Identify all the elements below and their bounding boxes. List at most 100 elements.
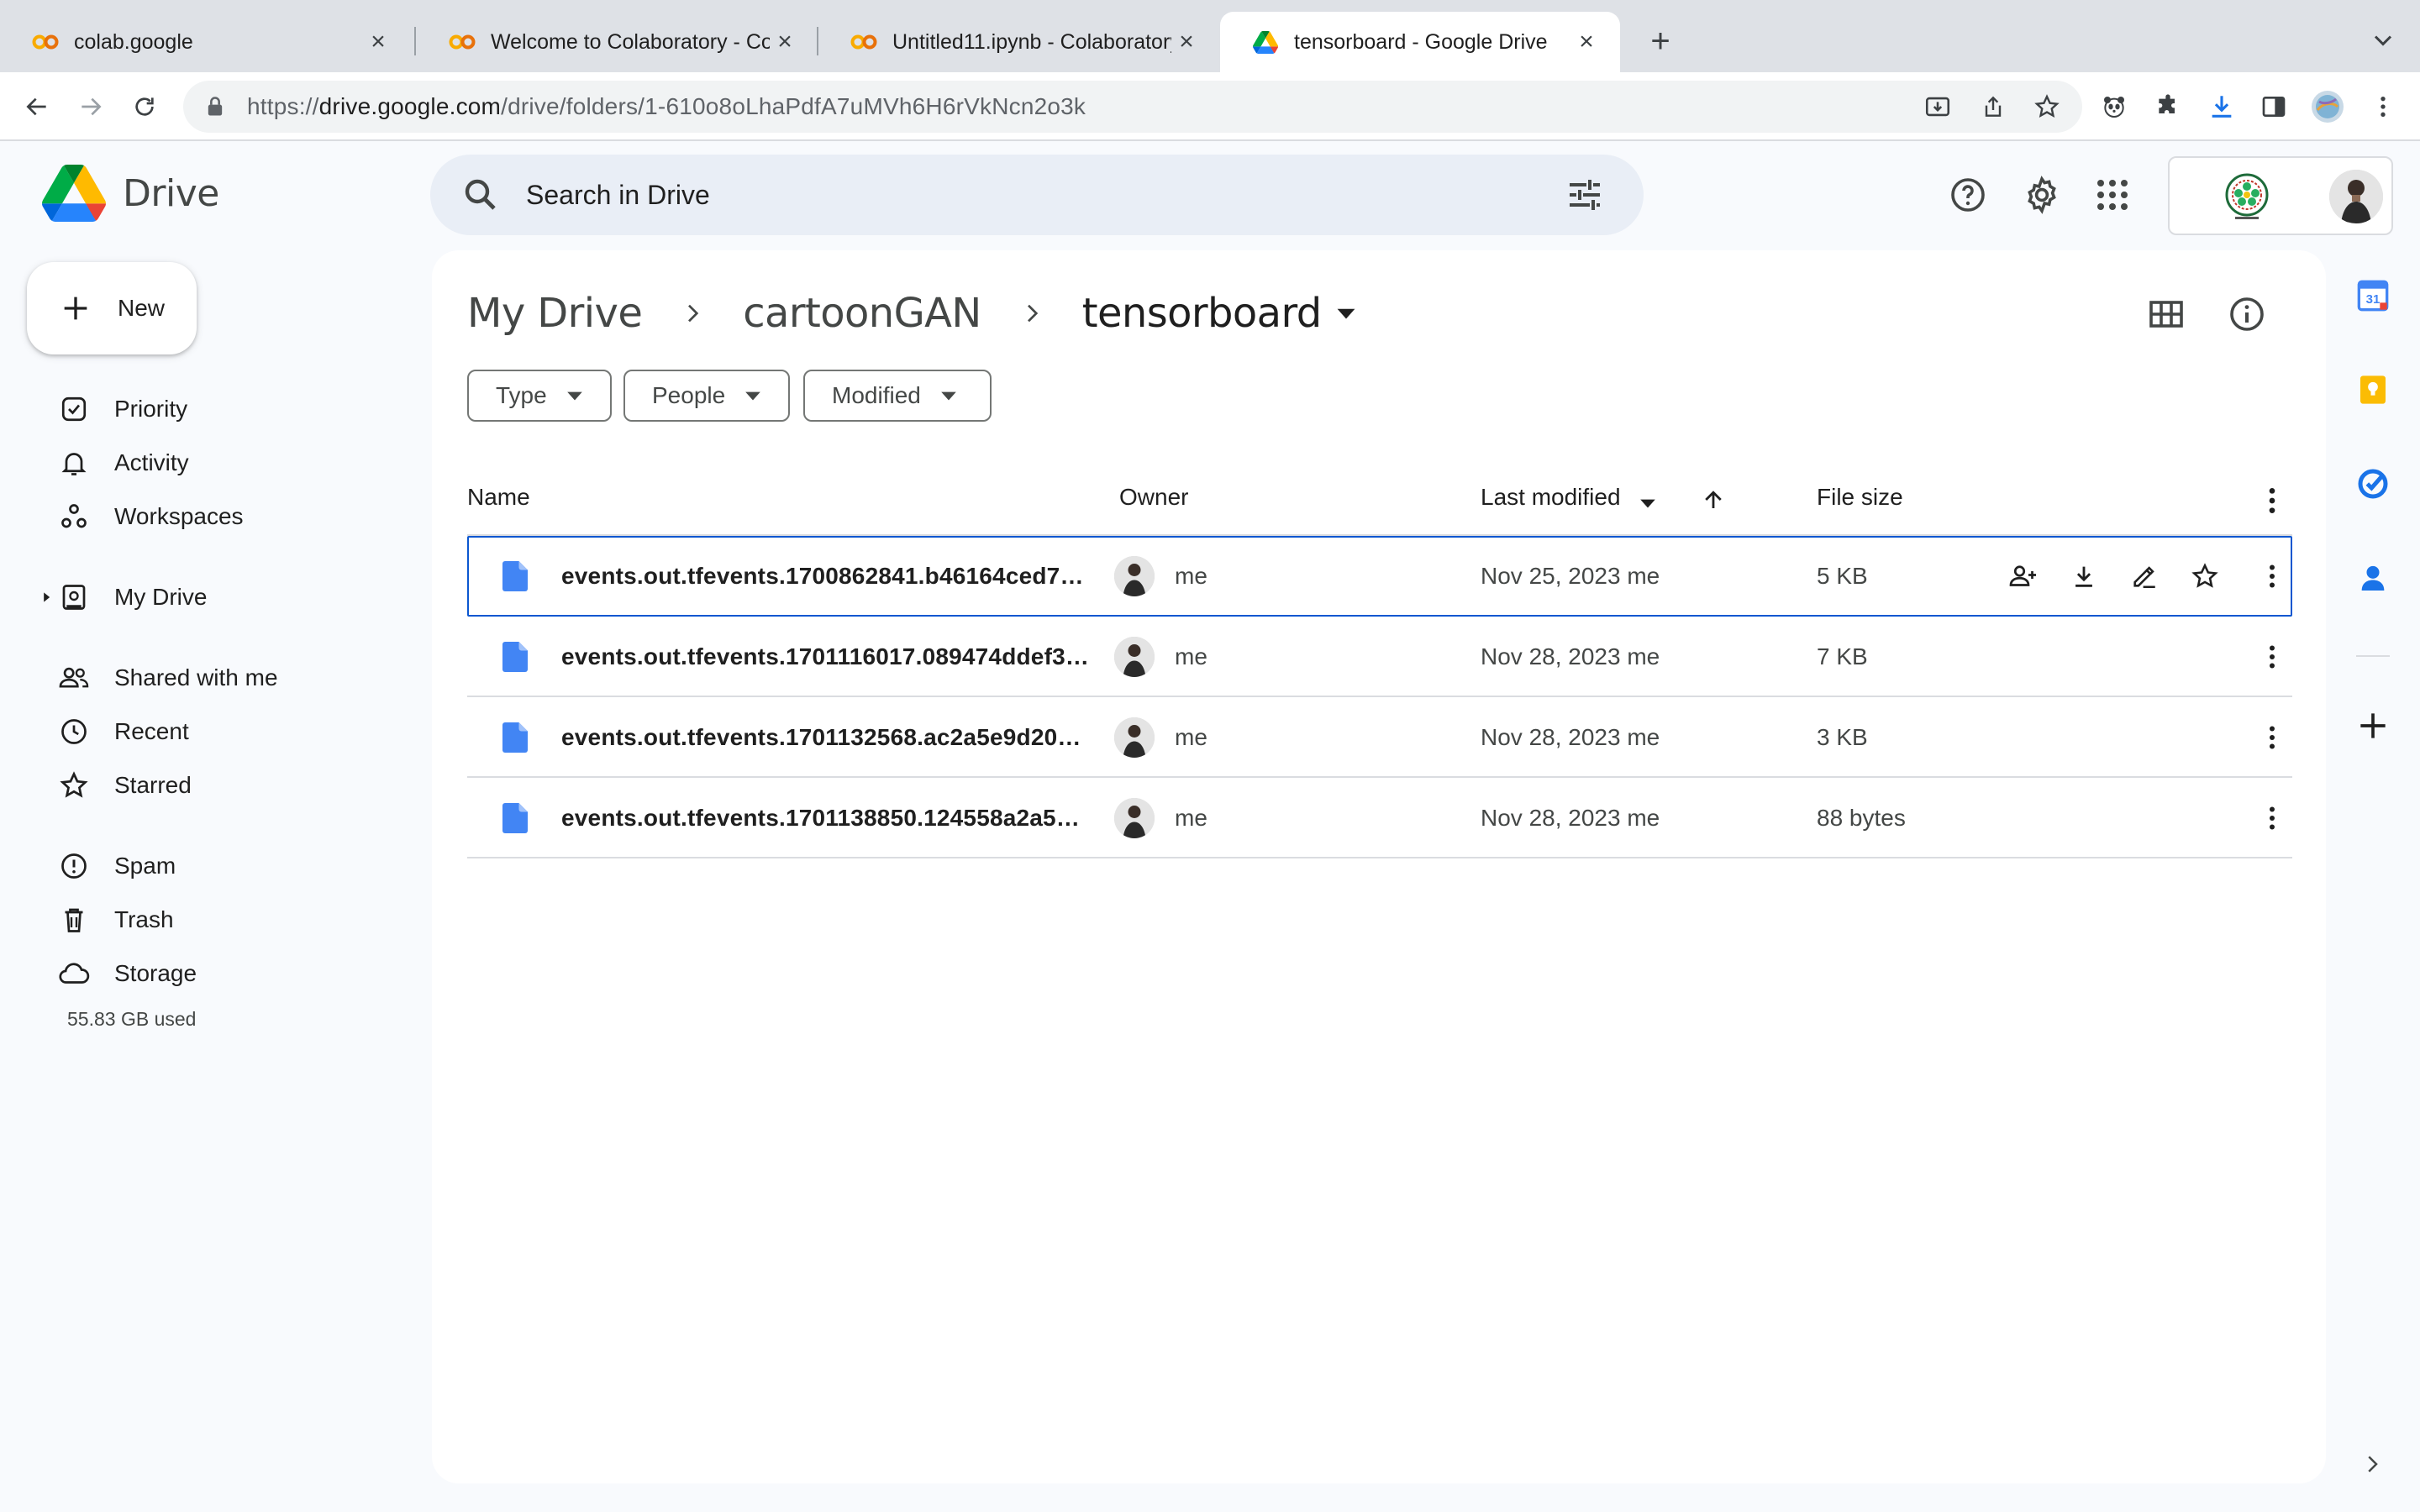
last-modified: Nov 28, 2023 me [1481, 643, 1660, 669]
forward-arrow-icon[interactable] [72, 88, 109, 125]
sidebar-item-my-drive[interactable]: My Drive [0, 572, 403, 622]
filter-chip-people[interactable]: People [623, 370, 790, 422]
side-panel-divider [2356, 655, 2390, 657]
sidebar-item-storage[interactable]: Storage [0, 948, 403, 999]
google-keep-icon[interactable] [2353, 370, 2393, 410]
sidebar-item-recent[interactable]: Recent [0, 706, 403, 757]
owner-avatar [1114, 556, 1155, 596]
account-switcher[interactable] [2168, 156, 2393, 235]
browser-tab-colab-google[interactable]: colab.google × [0, 12, 412, 72]
get-addons-plus-icon[interactable] [2354, 707, 2391, 744]
tab-close-icon[interactable]: × [363, 27, 393, 57]
column-header-owner[interactable]: Owner [1119, 484, 1188, 511]
profile-avatar-icon[interactable] [2309, 88, 2346, 125]
download-icon[interactable] [2065, 558, 2102, 595]
search-options-tune-icon[interactable] [1565, 175, 1605, 215]
more-vert-icon[interactable] [2255, 484, 2289, 517]
file-row[interactable]: events.out.tfevents.1701116017.089474dde… [467, 617, 2292, 697]
tab-close-icon[interactable]: × [1571, 27, 1602, 57]
google-apps-grid-icon[interactable] [2092, 175, 2133, 215]
extensions-puzzle-icon[interactable] [2149, 88, 2186, 125]
owner-name: me [1175, 805, 1207, 831]
app-name[interactable]: Drive [123, 172, 219, 215]
bookmark-star-icon[interactable] [2028, 88, 2065, 125]
sidebar-item-workspaces[interactable]: Workspaces [0, 491, 403, 542]
rename-pencil-icon[interactable] [2126, 558, 2163, 595]
sidebar-item-shared-with-me[interactable]: Shared with me [0, 653, 403, 703]
sidebar-item-activity[interactable]: Activity [0, 438, 403, 488]
last-modified: Nov 28, 2023 me [1481, 724, 1660, 750]
plus-icon [59, 291, 92, 325]
column-header-last-modified[interactable]: Last modified [1481, 484, 1621, 511]
back-arrow-icon[interactable] [18, 88, 55, 125]
file-document-icon [502, 642, 531, 672]
search-bar[interactable] [430, 155, 1644, 235]
sidebar-item-label: Workspaces [114, 503, 244, 529]
browser-tab-welcome-colab[interactable]: Welcome to Colaboratory - Colaboratory × [417, 12, 818, 72]
install-app-icon[interactable] [1919, 88, 1956, 125]
browser-tab-tensorboard-drive[interactable]: tensorboard - Google Drive × [1220, 12, 1620, 72]
tab-search-chevron-icon[interactable] [2368, 25, 2398, 55]
browser-tab-untitled-notebook[interactable]: Untitled11.ipynb - Colaboratory × [818, 12, 1220, 72]
tab-close-icon[interactable]: × [1171, 27, 1202, 57]
more-vert-icon[interactable] [2254, 719, 2291, 756]
browser-menu-icon[interactable] [2365, 88, 2402, 125]
share-icon[interactable] [1975, 88, 2012, 125]
sidebar-item-starred[interactable]: Starred [0, 760, 403, 811]
reload-icon[interactable] [126, 88, 163, 125]
grid-view-icon[interactable] [2146, 294, 2186, 334]
sidebar-item-priority[interactable]: Priority [0, 384, 403, 434]
breadcrumb-my-drive[interactable]: My Drive [467, 290, 643, 337]
breadcrumb-tensorboard[interactable]: tensorboard [1082, 290, 1323, 337]
expand-arrow-icon[interactable] [40, 591, 52, 603]
details-info-icon[interactable] [2227, 294, 2267, 334]
caret-down-icon [939, 386, 958, 405]
share-person-add-icon[interactable] [2005, 558, 2042, 595]
tab-close-icon[interactable]: × [770, 27, 800, 57]
google-calendar-icon[interactable]: 31 [2353, 276, 2393, 316]
hide-side-panel-chevron-icon[interactable] [2360, 1452, 2385, 1477]
file-row[interactable]: events.out.tfevents.1701132568.ac2a5e9d2… [467, 697, 2292, 778]
more-vert-icon[interactable] [2254, 800, 2291, 837]
more-vert-icon[interactable] [2254, 638, 2291, 675]
column-header-file-size[interactable]: File size [1817, 484, 1903, 511]
google-tasks-icon[interactable] [2353, 464, 2393, 504]
new-button[interactable]: New [27, 262, 197, 354]
chevron-right-icon [679, 300, 706, 327]
last-modified: Nov 25, 2023 me [1481, 563, 1660, 589]
filter-chip-type[interactable]: Type [467, 370, 612, 422]
search-input[interactable] [526, 171, 1534, 218]
file-name: events.out.tfevents.1701116017.089474dde… [561, 643, 1089, 669]
lock-icon[interactable] [203, 95, 227, 118]
sort-field-caret-icon[interactable] [1639, 494, 1657, 512]
sidebar-item-label: Activity [114, 449, 189, 475]
sidebar-item-label: My Drive [114, 584, 208, 610]
folder-menu-caret-icon[interactable] [1335, 302, 1357, 324]
file-row[interactable]: events.out.tfevents.1701138850.124558a2a… [467, 778, 2292, 858]
google-contacts-icon[interactable] [2353, 558, 2393, 598]
side-panel-icon[interactable] [2255, 88, 2292, 125]
user-avatar[interactable] [2329, 170, 2383, 223]
filter-chip-modified[interactable]: Modified [803, 370, 992, 422]
file-row[interactable]: events.out.tfevents.1700862841.b46164ced… [467, 536, 2292, 617]
filter-chip-label: Modified [832, 382, 921, 408]
search-icon[interactable] [460, 175, 501, 215]
file-size: 3 KB [1817, 724, 1868, 750]
new-tab-button[interactable]: + [1640, 22, 1681, 62]
breadcrumb-cartoongan[interactable]: cartoonGAN [743, 290, 981, 337]
sidebar-item-label: Spam [114, 853, 176, 879]
google-drive-logo[interactable] [42, 165, 106, 222]
add-star-icon[interactable] [2186, 558, 2223, 595]
column-header-name[interactable]: Name [467, 484, 530, 511]
more-vert-icon[interactable] [2254, 558, 2291, 595]
panda-extension-icon[interactable] [2096, 88, 2133, 125]
address-bar[interactable]: https://drive.google.com/drive/folders/1… [183, 81, 2082, 133]
svg-text:31: 31 [2366, 292, 2381, 307]
downloads-icon[interactable] [2203, 88, 2240, 125]
settings-gear-icon[interactable] [2022, 175, 2062, 215]
sort-direction-arrow-up-icon[interactable] [1701, 487, 1726, 512]
colab-icon [449, 29, 476, 55]
sidebar-item-spam[interactable]: Spam [0, 841, 403, 891]
help-icon[interactable] [1948, 175, 1988, 215]
sidebar-item-trash[interactable]: Trash [0, 895, 403, 945]
